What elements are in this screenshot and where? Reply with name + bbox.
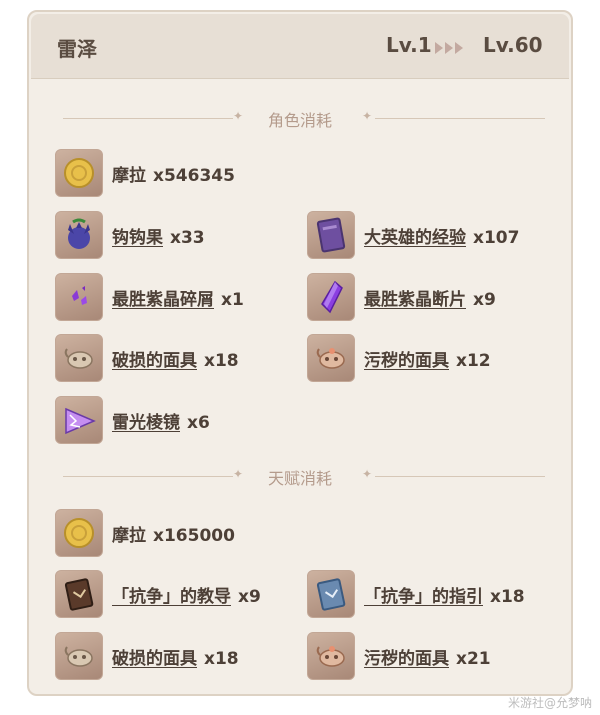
triple-arrow-icon <box>435 39 465 58</box>
card-header: 雷泽 Lv.1 Lv.60 <box>31 14 569 79</box>
stained-mask-icon <box>307 632 355 680</box>
wolfhook-icon <box>55 211 103 259</box>
lightning-prism-icon <box>55 396 103 444</box>
mora-coin-icon <box>55 509 103 557</box>
section-title-ascension: ✦ 角色消耗 ✦ <box>29 107 571 131</box>
stained-mask-icon <box>307 334 355 382</box>
damaged-mask-icon <box>55 632 103 680</box>
level-from: Lv.1 <box>386 33 432 57</box>
watermark: 米游社@允梦呐 <box>507 696 592 710</box>
vajrada-amethyst-fragment-icon <box>307 273 355 321</box>
character-name: 雷泽 <box>57 37 97 61</box>
section-title-talent: ✦ 天赋消耗 ✦ <box>29 465 571 489</box>
mora-coin-icon <box>55 149 103 197</box>
vajrada-amethyst-sliver-icon <box>55 273 103 321</box>
teachings-of-resistance-icon <box>55 570 103 618</box>
level-to: Lv.60 <box>483 33 543 57</box>
damaged-mask-icon <box>55 334 103 382</box>
material-card: 雷泽 Lv.1 Lv.60 ✦ 角色消耗 ✦ 摩拉 x546345 钩钩果 x33 … <box>27 10 573 696</box>
heros-wit-book-icon <box>307 211 355 259</box>
guide-to-resistance-icon <box>307 570 355 618</box>
